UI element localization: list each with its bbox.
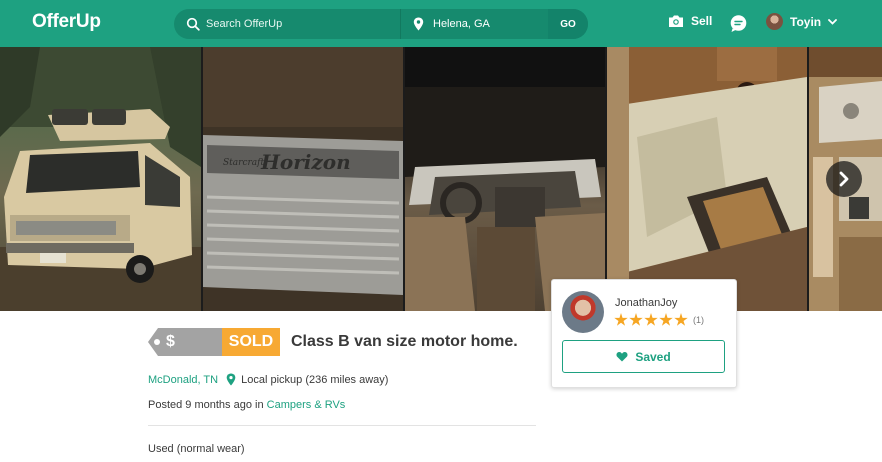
local-pickup-text: Local pickup (236 miles away) xyxy=(241,373,389,386)
search-bar: GO xyxy=(174,9,588,39)
search-field-wrapper xyxy=(174,9,400,39)
listing-location-line: McDonald, TN Local pickup (236 miles awa… xyxy=(148,373,388,386)
saved-label: Saved xyxy=(635,349,671,364)
chat-icon[interactable] xyxy=(729,14,748,33)
price-tag-hole xyxy=(154,339,160,345)
price-symbol: $ xyxy=(166,333,175,350)
user-menu[interactable]: Toyin xyxy=(766,13,838,30)
search-icon xyxy=(186,17,200,31)
star-icon xyxy=(674,313,688,326)
photo-van-exterior[interactable] xyxy=(0,47,201,311)
star-icon xyxy=(644,313,658,326)
search-go-button[interactable]: GO xyxy=(548,9,588,39)
seller-avatar[interactable] xyxy=(562,291,604,333)
chevron-down-icon xyxy=(828,18,838,25)
heart-icon xyxy=(616,351,628,362)
user-name: Toyin xyxy=(790,14,822,29)
photo-kitchen-counter[interactable] xyxy=(607,47,807,311)
user-avatar xyxy=(766,13,783,30)
sell-button[interactable]: Sell xyxy=(668,14,712,28)
section-divider xyxy=(148,425,536,426)
star-icon xyxy=(659,313,673,326)
photo-cab-interior[interactable] xyxy=(405,47,605,311)
listing-city-link[interactable]: McDonald, TN xyxy=(148,374,218,386)
chevron-right-icon xyxy=(839,171,849,187)
price-tag: $ xyxy=(148,328,225,356)
saved-button[interactable]: Saved xyxy=(562,340,725,373)
photo-gallery: Horizon Starcraft xyxy=(0,47,882,311)
offerup-logo[interactable]: OfferUp xyxy=(32,11,101,33)
gallery-next-button[interactable] xyxy=(826,161,862,197)
location-input[interactable] xyxy=(433,9,543,39)
top-nav-bar: OfferUp GO Sell xyxy=(0,0,882,47)
listing-title: Class B van size motor home. xyxy=(291,333,518,350)
location-pin-icon xyxy=(226,373,236,386)
svg-text:Starcraft: Starcraft xyxy=(223,158,264,168)
sold-badge: SOLD xyxy=(222,328,280,356)
seller-card: JonathanJoy (1) Saved xyxy=(551,279,737,388)
star-icon xyxy=(614,313,628,326)
cab-interior-image xyxy=(405,47,605,311)
posted-time-text: Posted 9 months ago in xyxy=(148,399,264,411)
item-condition: Used (normal wear) xyxy=(148,443,245,455)
posted-line: Posted 9 months ago in Campers & RVs xyxy=(148,399,345,411)
seller-rating[interactable]: (1) xyxy=(614,313,704,327)
camera-icon xyxy=(669,15,683,27)
star-icon xyxy=(629,313,643,326)
photo-horizon-badge[interactable]: Horizon Starcraft xyxy=(203,47,403,311)
sell-label: Sell xyxy=(691,14,713,28)
seller-name[interactable]: JonathanJoy xyxy=(615,297,677,309)
rating-count: (1) xyxy=(693,315,704,325)
svg-text:Horizon: Horizon xyxy=(260,150,351,174)
horizon-badge-image: Horizon Starcraft xyxy=(203,47,403,311)
category-link[interactable]: Campers & RVs xyxy=(267,399,346,411)
search-input[interactable] xyxy=(206,9,396,39)
location-pin-icon xyxy=(413,17,424,31)
van-exterior-image xyxy=(0,47,201,311)
kitchen-counter-image xyxy=(607,47,807,311)
location-field-wrapper xyxy=(400,9,548,39)
